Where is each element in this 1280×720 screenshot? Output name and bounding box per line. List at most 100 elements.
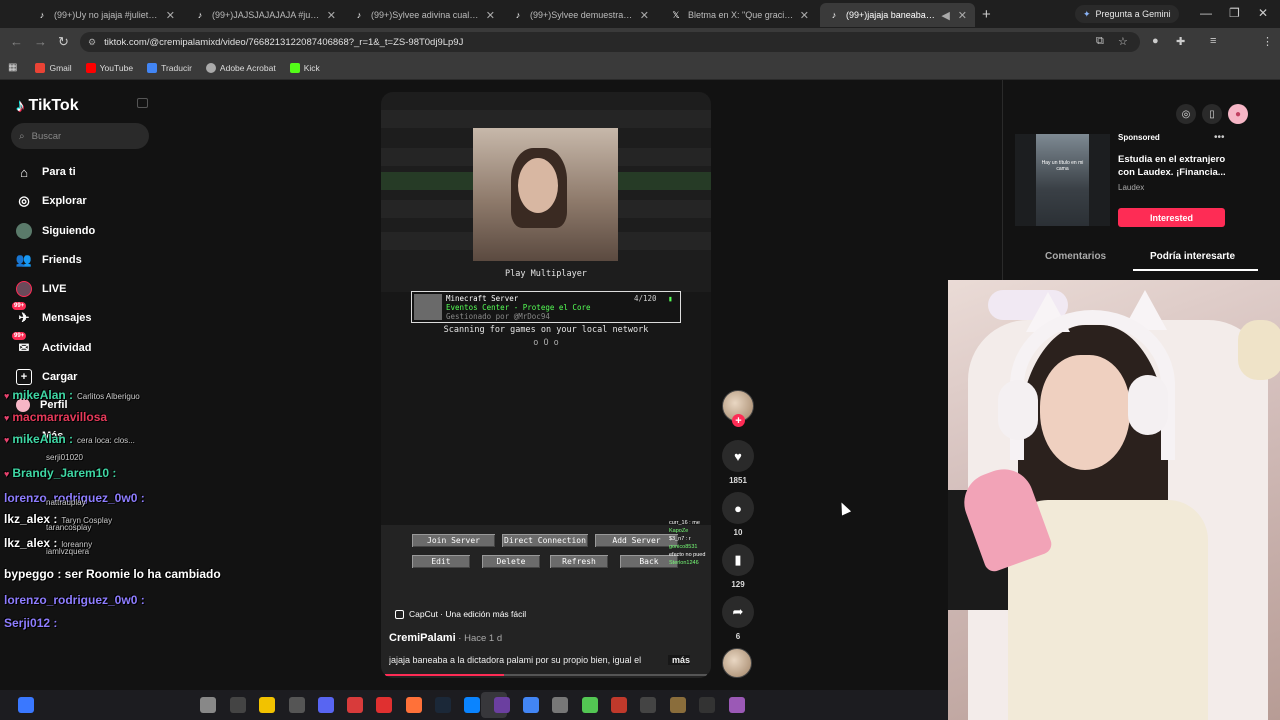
sidebar-item-cargar[interactable]: + Cargar	[16, 369, 77, 385]
ad-thumbnail[interactable]: Hay un título en mi cama	[1036, 134, 1089, 226]
sidebar-item-live[interactable]: LIVE	[16, 281, 66, 297]
browser-tab[interactable]: ♪ (99+)Sylvee adivina cuales son ✕	[345, 3, 503, 27]
edit-button[interactable]: Edit	[411, 554, 471, 569]
sidebar-item-para-ti[interactable]: ⌂ Para ti	[16, 164, 76, 180]
firefox-icon[interactable]	[406, 697, 422, 713]
tab-search-icon[interactable]: ≡	[1210, 35, 1216, 47]
discord-icon[interactable]	[318, 697, 334, 713]
bookmark-star-icon[interactable]: ☆	[1118, 35, 1128, 48]
media-icon[interactable]	[347, 697, 363, 713]
site-info-icon[interactable]: ⚙	[88, 37, 96, 48]
chat-subline: iamlvzquera	[46, 547, 90, 556]
sidebar-item-siguiendo[interactable]: Siguiendo	[16, 223, 95, 239]
author-name[interactable]: CremiPalami	[389, 632, 456, 644]
follow-plus-icon[interactable]: +	[732, 414, 745, 427]
ad-title[interactable]: Estudia en el extranjero con Laudex. ¡Fi…	[1118, 153, 1233, 179]
install-icon[interactable]: ⧉	[1096, 35, 1104, 48]
phone-icon[interactable]: ▯	[1202, 104, 1222, 124]
task-view-icon[interactable]	[230, 697, 246, 713]
extension-icon[interactable]: ●	[1152, 35, 1159, 47]
obs-icon[interactable]	[552, 697, 568, 713]
tiktok-logo[interactable]: ♪ TikTok	[16, 96, 79, 116]
back-icon[interactable]: ←	[10, 34, 23, 49]
settings-icon[interactable]	[289, 697, 305, 713]
start-icon[interactable]	[18, 697, 34, 713]
gemini-label: Pregunta a Gemini	[1095, 9, 1171, 19]
server-entry[interactable]: Minecraft Server 4/120 ▮ Eventos Center …	[411, 291, 681, 323]
chat-subline: tarancosplay	[46, 523, 92, 532]
bookmark-youtube[interactable]: YouTube	[85, 62, 133, 73]
edge-icon[interactable]	[464, 697, 480, 713]
bookmark-traducir[interactable]: Traducir	[147, 62, 192, 73]
direct-connection-button[interactable]: Direct Connection	[501, 533, 589, 548]
close-icon[interactable]: ✕	[958, 9, 967, 22]
tool-icon[interactable]	[670, 697, 686, 713]
4k-icon[interactable]	[640, 697, 656, 713]
search-icon[interactable]	[200, 697, 216, 713]
epic-icon[interactable]	[699, 697, 715, 713]
friends-icon: 👥	[15, 252, 33, 267]
refresh-button[interactable]: Refresh	[549, 554, 609, 569]
ad-brand[interactable]: Laudex	[1118, 183, 1144, 192]
music-disc-avatar[interactable]	[722, 648, 752, 678]
minimize-icon[interactable]: —	[1200, 6, 1212, 20]
twitch-icon[interactable]	[494, 697, 510, 713]
speaker-icon[interactable]: ◀	[941, 9, 949, 22]
tab-title: (99+)Sylvee adivina cuales son	[371, 10, 480, 20]
browser-tab-active[interactable]: ♪ (99+)jajaja baneaba a la dic ◀ ✕	[820, 3, 975, 27]
more-button[interactable]: más	[667, 655, 690, 665]
close-icon[interactable]: ✕	[486, 9, 495, 22]
window-close-icon[interactable]: ✕	[1258, 6, 1268, 20]
sidebar-item-friends[interactable]: 👥 Friends	[16, 252, 82, 268]
gemini-button[interactable]: ✦ Pregunta a Gemini	[1075, 5, 1179, 23]
browser-tab[interactable]: 𝕏 Bletma en X: "Que gracioso ✕	[662, 3, 817, 27]
close-icon[interactable]: ✕	[327, 9, 336, 22]
tab-comentarios[interactable]: Comentarios	[1045, 251, 1106, 262]
chrome-icon[interactable]	[523, 697, 539, 713]
search-input[interactable]: ⌕ Buscar	[11, 123, 149, 149]
join-server-button[interactable]: Join Server	[411, 533, 496, 548]
forward-icon[interactable]: →	[34, 34, 47, 49]
steam-icon[interactable]	[435, 697, 451, 713]
new-tab-icon[interactable]: +	[982, 6, 991, 23]
close-icon[interactable]: ✕	[640, 9, 649, 22]
video-author[interactable]: CremiPalami · Hace 1 d	[389, 632, 502, 644]
profile-avatar-icon[interactable]: ●	[1228, 104, 1248, 124]
video-progress-bar[interactable]	[385, 674, 707, 676]
menu-icon[interactable]: ⋮	[1262, 35, 1273, 48]
file-explorer-icon[interactable]	[259, 697, 275, 713]
bookmark-kick[interactable]: Kick	[289, 62, 320, 73]
apps-icon[interactable]: ▦	[8, 62, 17, 73]
app-icon[interactable]	[611, 697, 627, 713]
more-options-icon[interactable]: •••	[1214, 132, 1225, 143]
capcut-tag[interactable]: CapCut · Una edición más fácil	[395, 609, 526, 619]
sidebar-item-actividad[interactable]: ✉ 99+ Actividad	[12, 332, 92, 356]
video-player[interactable]: Play Multiplayer Minecraft Server 4/120 …	[381, 92, 711, 678]
bookmark-acrobat[interactable]: Adobe Acrobat	[205, 62, 276, 73]
save-button[interactable]: ▮	[722, 544, 754, 576]
browser-tab[interactable]: ♪ (99+)Sylvee demuestra que si e ✕	[504, 3, 657, 27]
reload-icon[interactable]: ↻	[58, 34, 69, 50]
close-icon[interactable]: ✕	[166, 9, 175, 22]
share-button[interactable]: ➦	[722, 596, 754, 628]
add-server-button[interactable]: Add Server	[594, 533, 679, 548]
sidebar-item-explorar[interactable]: ◎ Explorar	[16, 193, 86, 209]
bookmark-gmail[interactable]: Gmail	[35, 62, 72, 73]
close-icon[interactable]: ✕	[800, 9, 809, 22]
youtube-app-icon[interactable]	[376, 697, 392, 713]
browser-tab[interactable]: ♪ (99+)Uy no jajaja #julietaallegr ✕	[28, 3, 183, 27]
puzzle-icon[interactable]: ✚	[1176, 35, 1185, 48]
tab-podria-interesarte[interactable]: Podría interesarte	[1150, 251, 1235, 262]
like-button[interactable]: ♥	[722, 440, 754, 472]
url-bar[interactable]: ⚙ tiktok.com/@cremipalamixd/video/766821…	[80, 32, 1140, 52]
interested-button[interactable]: Interested	[1118, 208, 1225, 227]
app2-icon[interactable]	[729, 697, 745, 713]
compass-small-icon[interactable]: ◎	[1176, 104, 1196, 124]
collapse-sidebar-icon[interactable]	[137, 98, 148, 108]
comment-button[interactable]: ●	[722, 492, 754, 524]
sidebar-item-mensajes[interactable]: ✈ 99+ Mensajes	[12, 302, 92, 326]
xbox-icon[interactable]	[582, 697, 598, 713]
browser-tab[interactable]: ♪ (99+)JAJSJAJAJAJA #julietaall ✕	[186, 3, 344, 27]
restore-icon[interactable]: ❐	[1229, 6, 1240, 20]
delete-button[interactable]: Delete	[481, 554, 541, 569]
